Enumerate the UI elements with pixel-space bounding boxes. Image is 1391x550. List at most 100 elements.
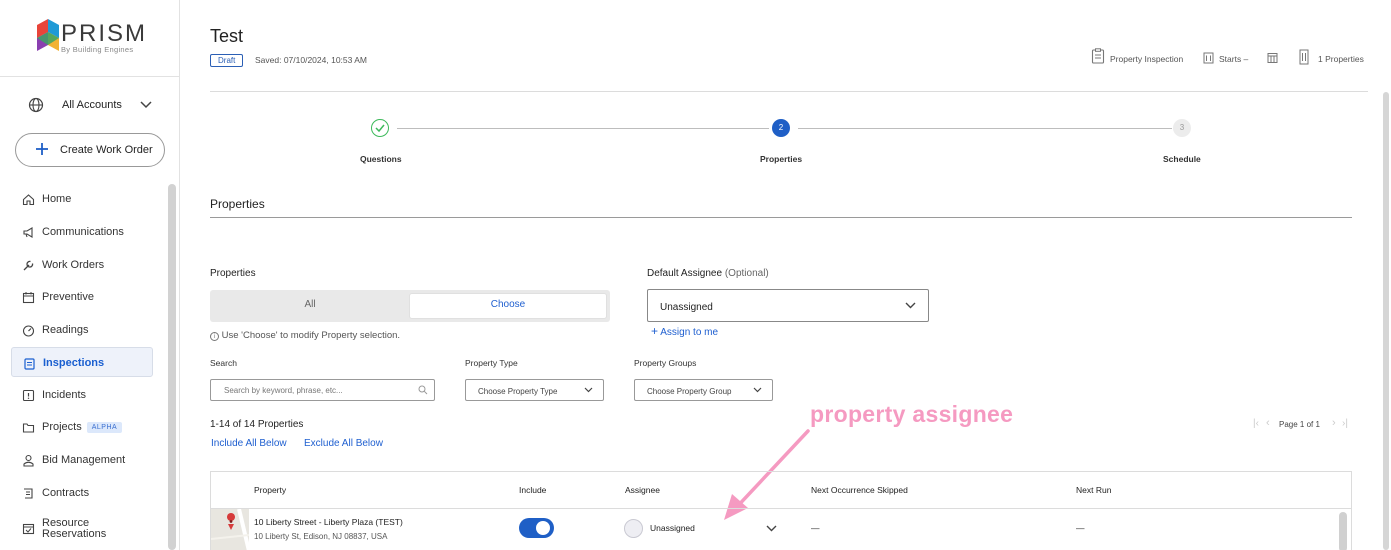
prism-logo-mark-icon — [37, 19, 59, 51]
building-icon — [1203, 52, 1214, 64]
property-groups-select[interactable]: Choose Property Group — [634, 379, 773, 401]
step-label-schedule: Schedule — [1163, 154, 1201, 164]
chevron-down-icon — [905, 302, 916, 309]
property-search-input[interactable]: Search by keyword, phrase, etc... — [210, 379, 435, 401]
sidebar-item-label: Preventive — [42, 291, 94, 303]
chevron-down-icon — [584, 387, 593, 393]
alert-square-icon — [22, 389, 35, 402]
header-divider — [210, 91, 1368, 92]
info-icon: i — [210, 332, 219, 341]
column-header-assignee[interactable]: Assignee — [625, 485, 660, 495]
default-assignee-label: Default Assignee (Optional) — [647, 268, 769, 279]
exclude-all-link[interactable]: Exclude All Below — [304, 438, 383, 449]
sidebar-item-resource-reservations[interactable]: Resource Reservations — [11, 510, 153, 550]
create-work-order-button[interactable]: Create Work Order — [15, 133, 165, 167]
brand-name: PRISM — [61, 20, 148, 47]
prev-page-icon[interactable]: ‹ — [1266, 417, 1270, 429]
meta-properties: 1 Properties — [1299, 48, 1369, 68]
sidebar-item-label: Resource Reservations — [42, 517, 107, 540]
search-label: Search — [210, 358, 237, 368]
property-name[interactable]: 10 Liberty Street - Liberty Plaza (TEST) — [254, 517, 403, 527]
meta-inspection-type: Property Inspection — [1091, 48, 1191, 68]
sidebar-item-projects[interactable]: Projects ALPHA — [11, 412, 153, 442]
pagination: |‹ ‹ Page 1 of 1 › ›| — [1253, 417, 1353, 431]
page-title: Test — [210, 26, 244, 46]
home-icon — [22, 194, 35, 206]
saved-timestamp: Saved: 07/10/2024, 10:53 AM — [255, 55, 368, 65]
column-header-next-occurrence-skipped[interactable]: Next Occurrence Skipped — [811, 485, 908, 495]
sidebar-item-contracts[interactable]: Contracts — [11, 478, 153, 508]
property-groups-value: Choose Property Group — [647, 387, 732, 396]
step-3-upcoming[interactable]: 3 — [1173, 119, 1191, 137]
create-work-order-label: Create Work Order — [60, 144, 153, 156]
step-label-properties: Properties — [760, 154, 803, 164]
assign-to-me-label: Assign to me — [660, 327, 719, 338]
sidebar-item-home[interactable]: Home — [11, 184, 153, 214]
property-groups-label: Property Groups — [634, 358, 697, 368]
chevron-down-icon — [140, 101, 152, 109]
stepper-connector — [798, 128, 1172, 129]
calendar-icon — [1267, 53, 1278, 63]
column-header-next-run[interactable]: Next Run — [1076, 485, 1111, 495]
header-row-divider — [211, 508, 1351, 509]
contract-icon — [24, 488, 33, 499]
meta-properties-label: 1 Properties — [1318, 54, 1364, 64]
properties-segmented-control: All Choose — [210, 290, 610, 322]
segment-choose[interactable]: Choose — [410, 294, 606, 318]
sidebar-item-work-orders[interactable]: Work Orders — [11, 250, 153, 280]
map-pin-icon — [211, 509, 249, 550]
sidebar-item-preventive[interactable]: Preventive — [11, 282, 153, 312]
step-2-current[interactable]: 2 — [772, 119, 790, 137]
main-scrollbar[interactable] — [1383, 92, 1389, 550]
wrench-icon — [23, 260, 34, 271]
next-occurrence-skipped-value: — — [811, 523, 820, 533]
table-scrollbar[interactable] — [1339, 512, 1347, 550]
properties-hint-text: Use 'Choose' to modify Property selectio… — [221, 330, 401, 341]
sidebar: PRISM By Building Engines All Accounts C… — [0, 0, 180, 550]
assign-to-me-link[interactable]: + Assign to me — [651, 324, 718, 338]
step-1-complete[interactable] — [371, 119, 389, 137]
annotation-text: property assignee — [810, 401, 1014, 427]
optional-tag: (Optional) — [724, 268, 769, 279]
person-icon — [23, 454, 34, 467]
segment-all[interactable]: All — [210, 290, 410, 322]
property-type-value: Choose Property Type — [478, 387, 558, 396]
meta-type-label: Property Inspection — [1110, 54, 1184, 64]
default-assignee-text: Default Assignee — [647, 268, 723, 279]
row-assignee-value[interactable]: Unassigned — [650, 523, 695, 533]
sidebar-item-label: Projects ALPHA — [42, 421, 123, 433]
chevron-down-icon — [753, 387, 762, 393]
account-switcher[interactable]: All Accounts — [28, 96, 158, 116]
page-indicator: Page 1 of 1 — [1279, 420, 1320, 429]
clipboard-icon — [24, 358, 35, 370]
sidebar-item-label: Readings — [42, 324, 89, 336]
sidebar-scrollbar[interactable] — [168, 184, 176, 550]
property-map-thumbnail[interactable] — [211, 509, 249, 550]
sidebar-item-readings[interactable]: Readings — [11, 315, 153, 345]
default-assignee-select[interactable]: Unassigned — [647, 289, 929, 322]
first-page-icon[interactable]: |‹ — [1253, 418, 1259, 429]
clipboard-icon — [1091, 48, 1105, 64]
include-all-link[interactable]: Include All Below — [211, 438, 287, 449]
sidebar-item-bid-management[interactable]: Bid Management — [11, 445, 153, 475]
search-icon — [418, 385, 428, 395]
property-type-label: Property Type — [465, 358, 518, 368]
sidebar-item-incidents[interactable]: Incidents — [11, 380, 153, 410]
status-badge: Draft — [210, 54, 244, 67]
meta-starts-label: Starts – — [1219, 54, 1249, 64]
sidebar-item-label: Bid Management — [42, 454, 126, 466]
include-toggle[interactable] — [519, 518, 554, 538]
results-count: 1-14 of 14 Properties — [210, 419, 304, 430]
column-header-include[interactable]: Include — [519, 485, 546, 495]
sidebar-item-inspections[interactable]: Inspections — [11, 347, 153, 377]
property-type-select[interactable]: Choose Property Type — [465, 379, 604, 401]
section-title: Properties — [210, 197, 265, 211]
chevron-down-icon[interactable] — [766, 524, 777, 533]
sidebar-divider — [0, 76, 179, 77]
last-page-icon[interactable]: ›| — [1342, 418, 1348, 429]
sidebar-item-communications[interactable]: Communications — [11, 217, 153, 247]
next-page-icon[interactable]: › — [1332, 417, 1336, 429]
column-header-property[interactable]: Property — [254, 485, 286, 495]
prism-logo[interactable]: PRISM By Building Engines — [37, 19, 147, 55]
accounts-label: All Accounts — [62, 99, 122, 111]
